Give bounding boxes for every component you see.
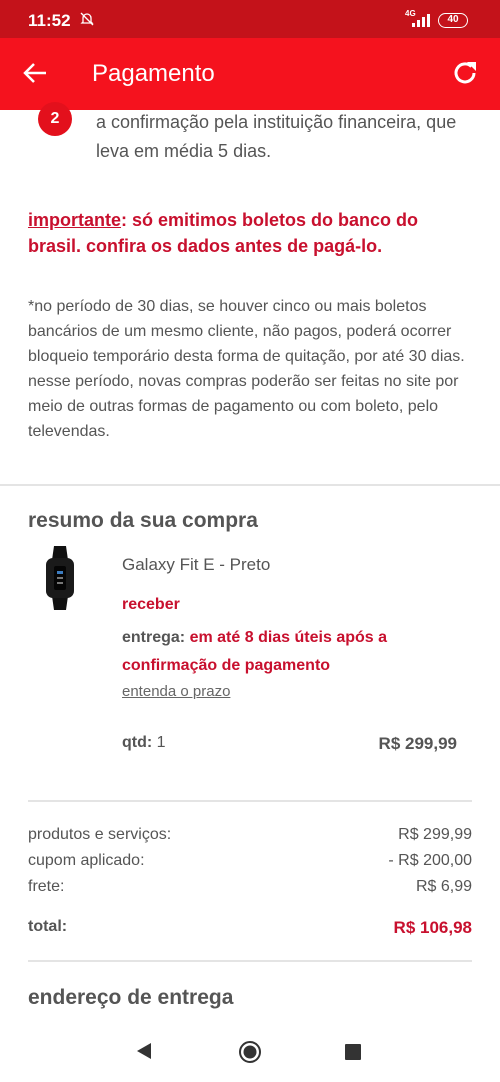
summary-row-total: total: R$ 106,98 — [28, 918, 472, 937]
row-label: cupom aplicado: — [28, 852, 145, 869]
total-value: R$ 106,98 — [393, 918, 472, 937]
status-time: 11:52 — [28, 11, 71, 30]
summary-row-coupon: cupom aplicado: - R$ 200,00 — [28, 852, 472, 870]
row-value: R$ 299,99 — [398, 826, 472, 843]
nav-back-icon[interactable] — [136, 1042, 152, 1060]
row-label: frete: — [28, 878, 65, 895]
product-image — [46, 546, 74, 610]
important-warning: importante: só emitimos boletos do banco… — [28, 207, 448, 259]
arrow-left-icon[interactable] — [22, 60, 48, 86]
status-bar: 11:52 4G 40 — [0, 0, 500, 38]
nav-recent-icon[interactable] — [345, 1044, 361, 1060]
quantity: qtd: 1 — [122, 734, 166, 752]
row-value: - R$ 200,00 — [388, 852, 472, 869]
summary-title: resumo da sua compra — [28, 509, 258, 532]
delivery-info: entrega: em até 8 dias úteis após a conf… — [122, 624, 442, 680]
divider — [28, 960, 472, 962]
important-keyword: importante — [28, 210, 122, 230]
nav-home-icon[interactable] — [238, 1040, 262, 1064]
app-bar: Pagamento — [0, 38, 500, 110]
step-description: a confirmação pela instituição financeir… — [96, 112, 457, 161]
row-value: R$ 6,99 — [415, 878, 472, 895]
receive-label: receber — [122, 596, 180, 613]
battery-icon: 40 — [438, 13, 468, 28]
bell-off-icon — [80, 12, 94, 26]
summary-row-products: produtos e serviços: R$ 299,99 — [28, 826, 472, 844]
row-label: produtos e serviços: — [28, 826, 172, 843]
signal-icon — [412, 14, 430, 27]
step-number-badge: 2 — [38, 102, 72, 136]
quantity-label: qtd: — [122, 734, 153, 751]
delivery-label: entrega: — [122, 629, 186, 646]
product-price: R$ 299,99 — [378, 734, 457, 753]
deadline-link[interactable]: entenda o prazo — [122, 683, 230, 700]
address-title: endereço de entrega — [28, 986, 234, 1009]
payment-note: *no período de 30 dias, se houver cinco … — [28, 298, 465, 440]
quantity-value: 1 — [156, 734, 166, 751]
divider — [0, 484, 500, 486]
total-label: total: — [28, 918, 68, 935]
product-name: Galaxy Fit E - Preto — [122, 555, 271, 574]
divider — [28, 800, 472, 802]
page-title: Pagamento — [92, 60, 215, 87]
summary-row-shipping: frete: R$ 6,99 — [28, 878, 472, 896]
refresh-icon[interactable] — [450, 58, 480, 88]
